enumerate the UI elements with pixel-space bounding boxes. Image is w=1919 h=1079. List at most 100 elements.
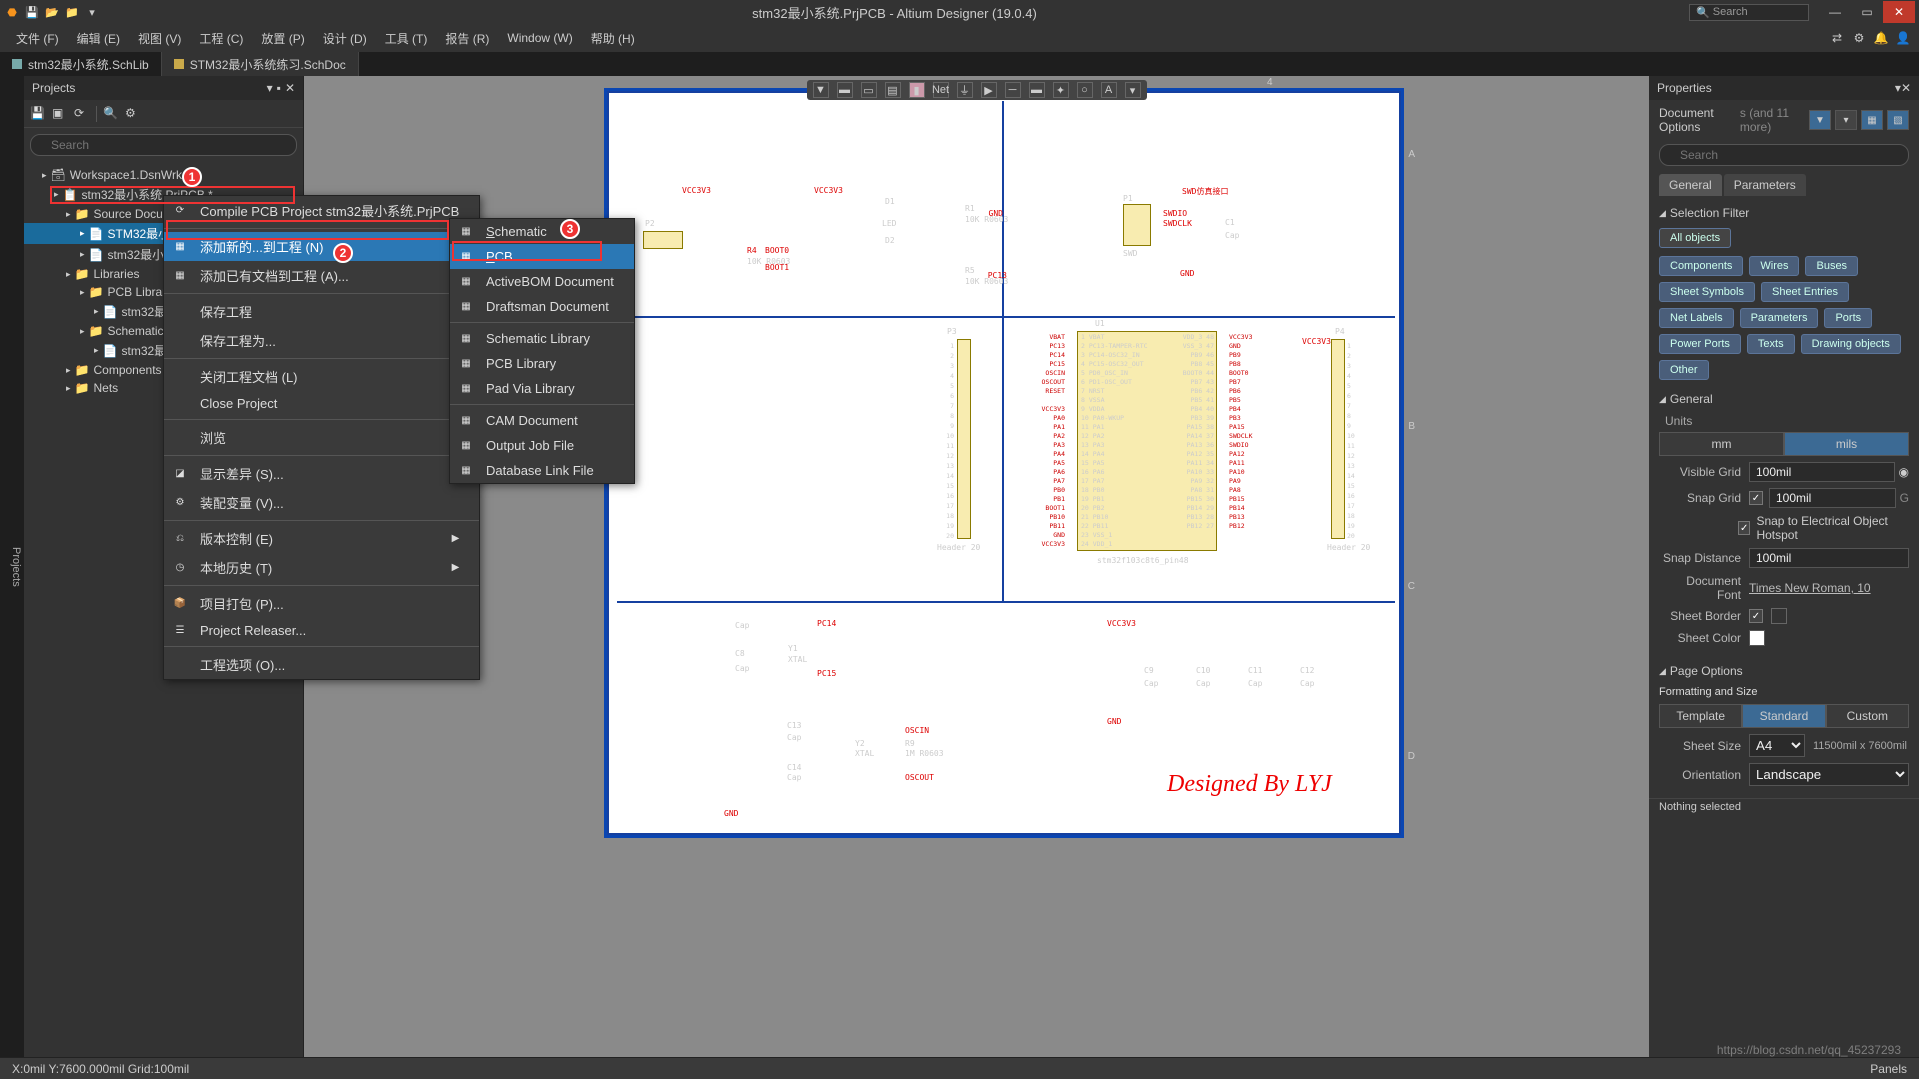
filter-chip[interactable]: Power Ports bbox=[1659, 334, 1741, 354]
menu-tools[interactable]: 工具 (T) bbox=[377, 26, 436, 51]
menu-item[interactable]: ◪显示差异 (S)... bbox=[164, 459, 479, 488]
tool5-icon[interactable]: ▬ bbox=[1029, 82, 1045, 98]
menu-view[interactable]: 视图 (V) bbox=[130, 26, 189, 51]
opt3-button[interactable]: ▧ bbox=[1887, 110, 1909, 130]
orientation-select[interactable]: Landscape bbox=[1749, 763, 1909, 786]
units-mils[interactable]: mils bbox=[1784, 432, 1909, 456]
filter-chip[interactable]: Buses bbox=[1805, 256, 1858, 276]
snap-grid-check[interactable]: ✓ bbox=[1749, 491, 1763, 505]
menu-report[interactable]: 报告 (R) bbox=[437, 26, 497, 51]
search-tree-icon[interactable]: 🔍 bbox=[103, 106, 119, 122]
menu-item[interactable]: 关闭工程文档 (L) bbox=[164, 362, 479, 391]
menu-item[interactable]: ☰Project Releaser... bbox=[164, 618, 479, 643]
opt1-button[interactable]: ▾ bbox=[1835, 110, 1857, 130]
tool8-icon[interactable]: ▾ bbox=[1125, 82, 1141, 98]
menu-item[interactable]: 📦项目打包 (P)... bbox=[164, 589, 479, 618]
add-new-submenu[interactable]: ▦Schematic▦PCB▦ActiveBOM Document▦Drafts… bbox=[449, 218, 635, 484]
tool6-icon[interactable]: ✦ bbox=[1053, 82, 1069, 98]
menu-item[interactable]: ▦添加已有文档到工程 (A)... bbox=[164, 261, 479, 290]
filter-button[interactable]: ▼ bbox=[1809, 110, 1831, 130]
tool2-icon[interactable]: ▭ bbox=[861, 82, 877, 98]
gear-icon[interactable]: ⚙ bbox=[125, 106, 141, 122]
menu-project[interactable]: 工程 (C) bbox=[191, 26, 251, 51]
maximize-button[interactable]: ▭ bbox=[1851, 1, 1883, 23]
filter-chip[interactable]: Parameters bbox=[1740, 308, 1819, 328]
folder-icon[interactable]: 📁 bbox=[64, 4, 80, 20]
save-icon[interactable]: 💾 bbox=[24, 4, 40, 20]
tool3-icon[interactable]: ▤ bbox=[885, 82, 901, 98]
tab-schlib[interactable]: stm32最小系统.SchLib bbox=[0, 52, 162, 76]
filter-chip[interactable]: Texts bbox=[1747, 334, 1795, 354]
sheet-border-check[interactable]: ✓ bbox=[1749, 609, 1763, 623]
menu-item[interactable]: Close Project bbox=[164, 391, 479, 416]
browse-icon[interactable]: ▾ bbox=[84, 4, 100, 20]
fmt-template[interactable]: Template bbox=[1659, 704, 1742, 728]
visible-grid-input[interactable] bbox=[1749, 462, 1895, 482]
close-button[interactable]: ✕ bbox=[1883, 1, 1915, 23]
menu-item[interactable]: ▦PCB Library bbox=[450, 351, 634, 376]
menu-item[interactable]: ▦CAM Document bbox=[450, 408, 634, 433]
filter-chip[interactable]: Other bbox=[1659, 360, 1709, 380]
close-panel-icon[interactable]: ✕ bbox=[285, 81, 295, 95]
save-all-icon[interactable]: 💾 bbox=[30, 106, 46, 122]
filter-chip[interactable]: Sheet Entries bbox=[1761, 282, 1849, 302]
all-objects-chip[interactable]: All objects bbox=[1659, 228, 1731, 248]
tool4-icon[interactable]: ▮ bbox=[909, 82, 925, 98]
filter-chip[interactable]: Wires bbox=[1749, 256, 1799, 276]
bell-icon[interactable]: 🔔 bbox=[1873, 30, 1889, 46]
close-icon[interactable]: ✕ bbox=[1901, 81, 1911, 95]
menu-item[interactable]: ▦Schematic bbox=[450, 219, 634, 244]
menu-item[interactable]: ▦PCB bbox=[450, 244, 634, 269]
filter-chip[interactable]: Ports bbox=[1824, 308, 1872, 328]
props-search[interactable] bbox=[1659, 144, 1909, 166]
menu-item[interactable]: ▦Pad Via Library bbox=[450, 376, 634, 401]
open-icon[interactable]: 📂 bbox=[44, 4, 60, 20]
port-icon[interactable]: ▶ bbox=[981, 82, 997, 98]
refresh-icon[interactable]: ⟳ bbox=[74, 106, 90, 122]
pin-icon[interactable]: ▾ bbox=[267, 81, 273, 95]
menu-item[interactable]: ⎌版本控制 (E)▶ bbox=[164, 524, 479, 553]
wire-icon[interactable]: ─ bbox=[1005, 82, 1021, 98]
menu-item[interactable]: ▦Schematic Library bbox=[450, 326, 634, 351]
menu-item[interactable]: 保存工程为... bbox=[164, 326, 479, 355]
menu-item[interactable]: 保存工程 bbox=[164, 297, 479, 326]
text-icon[interactable]: A bbox=[1101, 82, 1117, 98]
dropdown-icon[interactable]: ▪ bbox=[277, 81, 281, 95]
sheet-size-select[interactable]: A4 bbox=[1749, 734, 1805, 757]
filter-chip[interactable]: Net Labels bbox=[1659, 308, 1734, 328]
border-color-swatch[interactable] bbox=[1771, 608, 1787, 624]
projects-search-input[interactable] bbox=[30, 134, 297, 156]
project-context-menu[interactable]: ⟳Compile PCB Project stm32最小系统.PrjPCB ▦添加… bbox=[163, 195, 480, 680]
fmt-standard[interactable]: Standard bbox=[1742, 704, 1825, 728]
tree-node[interactable]: ▸🗃Workspace1.DsnWrk bbox=[24, 166, 303, 184]
net-icon[interactable]: Net bbox=[933, 82, 949, 98]
menu-item[interactable]: ▦Database Link File bbox=[450, 458, 634, 483]
doc-font-link[interactable]: Times New Roman, 10 bbox=[1749, 581, 1871, 595]
menu-item[interactable]: ⟳Compile PCB Project stm32最小系统.PrjPCB bbox=[164, 196, 479, 225]
tool7-icon[interactable]: ○ bbox=[1077, 82, 1093, 98]
filter-chip[interactable]: Drawing objects bbox=[1801, 334, 1901, 354]
left-strip[interactable]: Projects bbox=[0, 76, 24, 1057]
formatting-toggle[interactable]: Template Standard Custom bbox=[1659, 704, 1909, 728]
menu-file[interactable]: 文件 (F) bbox=[8, 26, 67, 51]
menu-item[interactable]: ▦添加新的...到工程 (N)▶ bbox=[164, 232, 479, 261]
fmt-custom[interactable]: Custom bbox=[1826, 704, 1909, 728]
gnd-icon[interactable]: ⏚ bbox=[957, 82, 973, 98]
compile-icon[interactable]: ▣ bbox=[52, 106, 68, 122]
snap-grid-input[interactable] bbox=[1769, 488, 1896, 508]
menu-place[interactable]: 放置 (P) bbox=[253, 26, 312, 51]
menu-item[interactable]: 浏览 bbox=[164, 423, 479, 452]
menu-window[interactable]: Window (W) bbox=[499, 27, 580, 49]
filter-chip[interactable]: Sheet Symbols bbox=[1659, 282, 1755, 302]
settings-icon[interactable]: ⚙ bbox=[1851, 30, 1867, 46]
tool1-icon[interactable]: ▬ bbox=[837, 82, 853, 98]
filter-icon[interactable]: ▼ bbox=[813, 82, 829, 98]
menu-design[interactable]: 设计 (D) bbox=[315, 26, 375, 51]
menu-item[interactable]: ⚙装配变量 (V)... bbox=[164, 488, 479, 517]
menu-help[interactable]: 帮助 (H) bbox=[583, 26, 643, 51]
snap-distance-input[interactable] bbox=[1749, 548, 1909, 568]
sheet-color-swatch[interactable] bbox=[1749, 630, 1765, 646]
share-icon[interactable]: ⇄ bbox=[1829, 30, 1845, 46]
panels-button[interactable]: Panels bbox=[1870, 1062, 1907, 1076]
menu-item[interactable]: 工程选项 (O)... bbox=[164, 650, 479, 679]
